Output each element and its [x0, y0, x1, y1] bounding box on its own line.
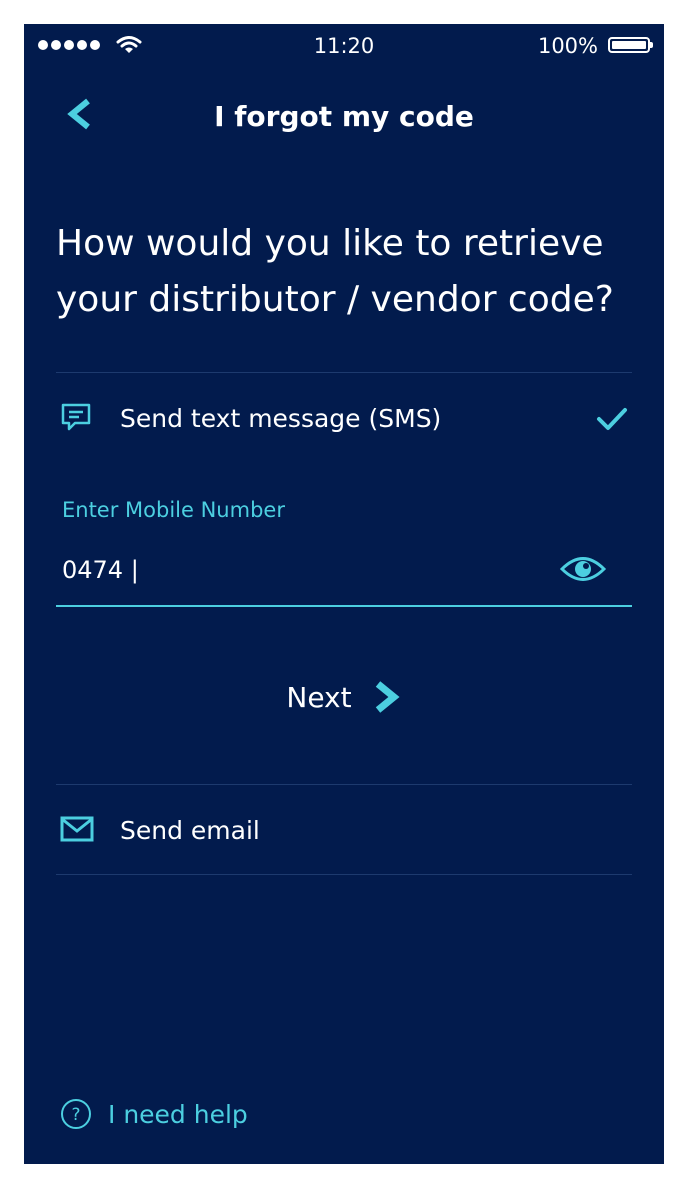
- battery-full-icon: [608, 37, 653, 53]
- chevron-right-icon: [375, 681, 400, 713]
- eye-icon[interactable]: [560, 552, 606, 586]
- mobile-field-label: Enter Mobile Number: [62, 498, 285, 522]
- envelope-icon: [60, 816, 94, 842]
- next-button-label: Next: [286, 680, 352, 714]
- mobile-number-input[interactable]: [62, 552, 542, 588]
- next-button[interactable]: Next: [24, 674, 664, 720]
- mobile-field-underline: [56, 605, 632, 607]
- chat-bubble-icon: [61, 403, 91, 431]
- svg-text:?: ?: [71, 1105, 80, 1125]
- status-bar: 11:20 100%: [24, 24, 664, 68]
- help-circle-icon: ?: [61, 1099, 91, 1129]
- question-heading: How would you like to retrieve your dist…: [56, 223, 614, 320]
- divider: [56, 372, 632, 373]
- option-sms[interactable]: Send text message (SMS): [56, 376, 632, 464]
- option-sms-label: Send text message (SMS): [120, 404, 442, 433]
- screen: 11:20 100% I forgot my code How would yo…: [24, 24, 664, 1164]
- battery-percentage: 100%: [537, 34, 598, 58]
- divider: [56, 874, 632, 875]
- help-link-label: I need help: [108, 1099, 248, 1129]
- help-link[interactable]: ? I need help: [60, 1094, 248, 1134]
- option-email-label: Send email: [120, 816, 260, 845]
- page-title: I forgot my code: [214, 100, 474, 133]
- option-email[interactable]: Send email: [56, 786, 632, 874]
- divider: [56, 784, 632, 785]
- checkmark-icon: [597, 408, 627, 430]
